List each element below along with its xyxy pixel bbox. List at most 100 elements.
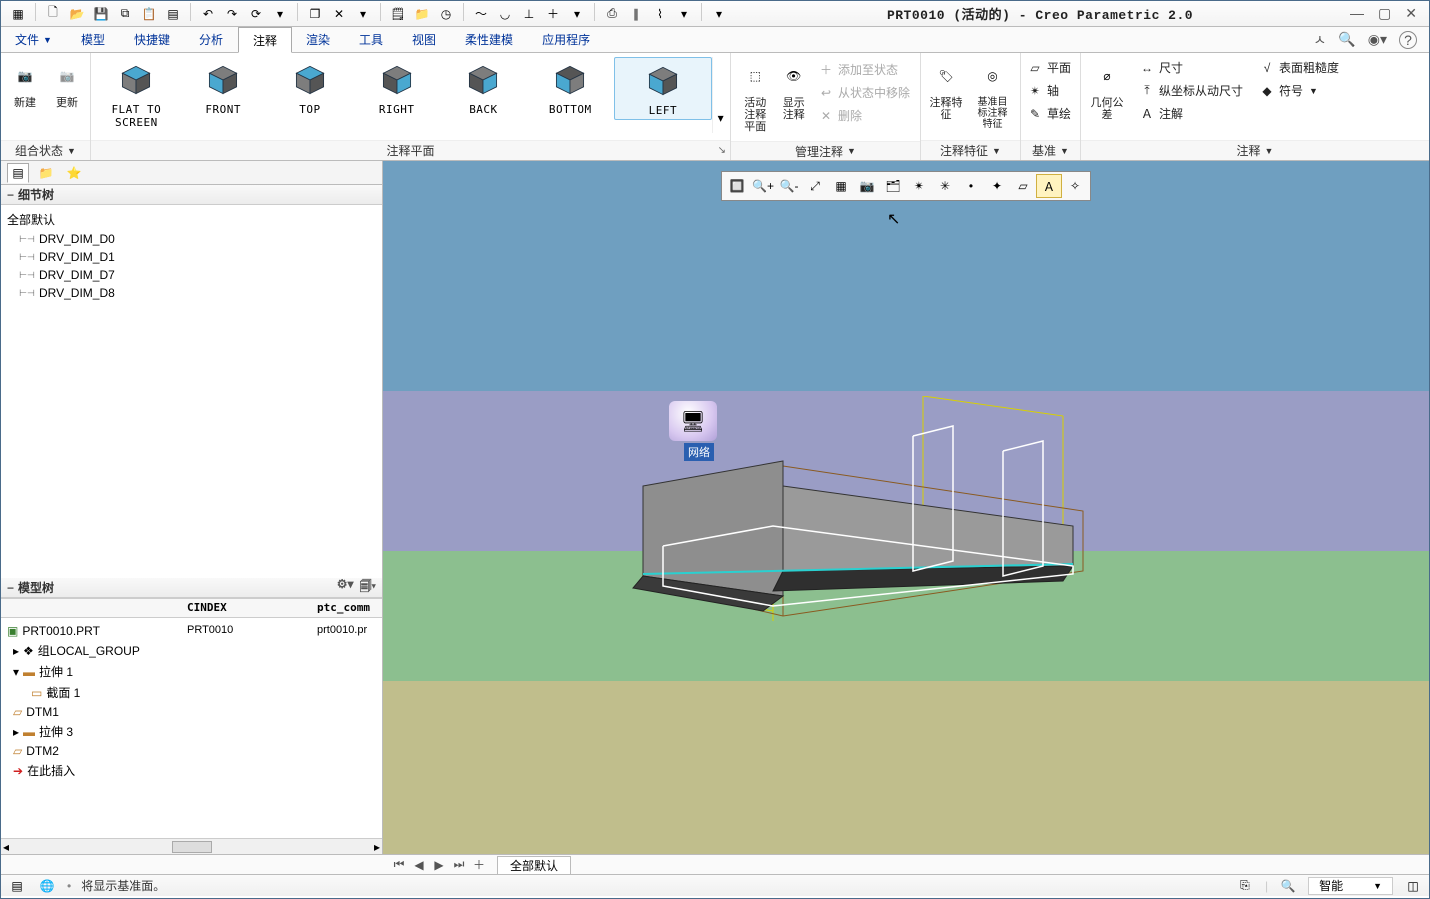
nav-add-icon[interactable]: ＋ xyxy=(471,856,487,873)
ordinate-dim-button[interactable]: ⤒纵坐标从动尺寸 xyxy=(1135,80,1247,101)
tab-annotate[interactable]: 注释 xyxy=(238,27,292,53)
sidebar-tab-fav[interactable]: ⭐ xyxy=(63,163,85,183)
qat-close-icon[interactable]: ✕ xyxy=(328,3,350,25)
qat-note-icon[interactable]: 🗒 xyxy=(387,3,409,25)
qat-btn-a[interactable]: ▤ xyxy=(162,3,184,25)
qat-dd5[interactable]: ▾ xyxy=(708,3,730,25)
dialog-launcher-icon[interactable]: ↘ xyxy=(718,145,726,156)
model-tree-item[interactable]: ➔在此插入 xyxy=(1,760,382,781)
tab-analysis[interactable]: 分析 xyxy=(185,27,238,52)
qat-undo-icon[interactable]: ↶ xyxy=(197,3,219,25)
model-tree-item[interactable]: ▾▬拉伸 1 xyxy=(1,661,382,682)
tab-apps[interactable]: 应用程序 xyxy=(528,27,605,52)
active-annot-plane-button[interactable]: ⬚ 活动注释平面 xyxy=(737,57,773,137)
datum-axis-button[interactable]: ✴轴 xyxy=(1023,80,1063,101)
detail-all-default[interactable]: 全部默认 xyxy=(1,209,382,230)
view-right-button[interactable]: RIGHT xyxy=(353,57,440,118)
view-gallery-dropdown[interactable]: ▾ xyxy=(712,57,728,133)
sb-browser-icon[interactable]: 🌐 xyxy=(37,877,57,895)
surface-roughness-button[interactable]: √表面粗糙度 xyxy=(1255,57,1343,78)
tab-view[interactable]: 视图 xyxy=(398,27,451,52)
spin-center-icon[interactable]: ✧ xyxy=(1062,174,1088,198)
qat-slash-icon[interactable]: ∥ xyxy=(625,3,647,25)
desktop-network-icon[interactable]: 🖥 网络 xyxy=(669,401,729,461)
qat-wave-icon[interactable]: 〜 xyxy=(470,3,492,25)
detail-item[interactable]: ⊢⊣DRV_DIM_D0 xyxy=(1,230,382,248)
search-icon[interactable]: 🔍 xyxy=(1338,31,1355,48)
zoom-in-icon[interactable]: 🔍+ xyxy=(750,174,776,198)
zoom-fit-icon[interactable]: 🔲 xyxy=(724,174,750,198)
tree-settings-icon[interactable]: ⚙▾ xyxy=(337,577,354,598)
sb-sel-icon[interactable]: ⎘ xyxy=(1235,877,1255,895)
qat-dd3[interactable]: ▾ xyxy=(566,3,588,25)
qat-dd[interactable]: ▾ xyxy=(269,3,291,25)
view-left-button[interactable]: LEFT xyxy=(614,57,713,120)
model-tree-item[interactable]: ▱DTM1 xyxy=(1,703,382,721)
qat-arc-icon[interactable]: ◡ xyxy=(494,3,516,25)
refit-icon[interactable]: ⤢ xyxy=(802,174,828,198)
qat-win-icon[interactable]: ❐ xyxy=(304,3,326,25)
detail-tree-header[interactable]: 细节树 xyxy=(1,185,382,205)
plane-display-icon[interactable]: ▱ xyxy=(1010,174,1036,198)
help-icon[interactable]: ? xyxy=(1399,31,1417,49)
qat-line-icon[interactable]: ⌇ xyxy=(649,3,671,25)
model-tree-item[interactable]: ▭截面 1 xyxy=(1,682,382,703)
sidebar-tab-folder[interactable]: 📁 xyxy=(35,163,57,183)
tab-model[interactable]: 模型 xyxy=(67,27,120,52)
annot-display-icon[interactable]: Ａ xyxy=(1036,174,1062,198)
maximize-button[interactable]: ▢ xyxy=(1378,5,1391,22)
settings-icon[interactable]: ◉▾ xyxy=(1368,31,1387,48)
sb-find-icon[interactable]: 🔍 xyxy=(1278,877,1298,895)
collapse-ribbon-icon[interactable]: ㅅ xyxy=(1313,30,1326,50)
view-back-button[interactable]: BACK xyxy=(440,57,527,118)
show-annot-button[interactable]: 👁 显示注释 xyxy=(775,57,811,125)
qat-save-icon[interactable]: 💾 xyxy=(90,3,112,25)
tree-show-icon[interactable]: 🗐▾ xyxy=(360,577,376,598)
datum-plane-button[interactable]: ▱平面 xyxy=(1023,57,1075,78)
qat-clock-icon[interactable]: ◷ xyxy=(435,3,457,25)
qat-paste-icon[interactable]: 📋 xyxy=(138,3,160,25)
view-manager-icon[interactable]: 🗂 xyxy=(880,174,906,198)
nav-last-icon[interactable]: ⏭ xyxy=(451,857,467,872)
model-tree-item[interactable]: ▸▬拉伸 3 xyxy=(1,721,382,742)
selection-filter-dropdown[interactable]: 智能▼ xyxy=(1308,877,1393,895)
sb-geom-icon[interactable]: ◫ xyxy=(1403,877,1423,895)
geom-tol-button[interactable]: ⌀ 几何公差 xyxy=(1087,57,1127,125)
tab-render[interactable]: 渲染 xyxy=(292,27,345,52)
nav-next-icon[interactable]: ▶ xyxy=(431,858,447,872)
sidebar-tab-tree[interactable]: ▤ xyxy=(7,163,29,183)
qat-copy-icon[interactable]: ⧉ xyxy=(114,3,136,25)
close-button[interactable]: ✕ xyxy=(1405,5,1417,22)
qat-new-icon[interactable]: 🗋 xyxy=(42,3,64,25)
annot-feature-button[interactable]: 🏷 注释特征 xyxy=(927,57,965,125)
nav-prev-icon[interactable]: ◀ xyxy=(411,858,427,872)
tab-shortcut[interactable]: 快捷键 xyxy=(120,27,185,52)
qat-tool1-icon[interactable]: ⎙ xyxy=(601,3,623,25)
nav-first-icon[interactable]: ⏮ xyxy=(391,857,407,872)
detail-item[interactable]: ⊢⊣DRV_DIM_D8 xyxy=(1,284,382,302)
detail-item[interactable]: ⊢⊣DRV_DIM_D1 xyxy=(1,248,382,266)
symbol-button[interactable]: ◆符号▼ xyxy=(1255,80,1343,101)
style-icon[interactable]: ▦ xyxy=(828,174,854,198)
qat-dd2[interactable]: ▾ xyxy=(352,3,374,25)
datum-target-button[interactable]: ◎ 基准目标注释特征 xyxy=(971,57,1014,134)
model-tree-root[interactable]: ▣PRT0010.PRT PRT0010 prt0010.pr xyxy=(1,622,382,640)
qat-btn-1[interactable]: ▦ xyxy=(7,3,29,25)
note-button[interactable]: Ａ注解 xyxy=(1135,103,1247,124)
saved-view-icon[interactable]: 📷 xyxy=(854,174,880,198)
zoom-out-icon[interactable]: 🔍- xyxy=(776,174,802,198)
minimize-button[interactable]: — xyxy=(1350,5,1364,22)
point-display-icon[interactable]: • xyxy=(958,174,984,198)
update-combine-button[interactable]: 📷 更新 xyxy=(49,57,85,113)
new-combine-button[interactable]: 📷 新建 xyxy=(7,57,43,113)
model-tree-header[interactable]: 模型树 ⚙▾🗐▾ xyxy=(1,578,382,598)
model-tree-item[interactable]: ▱DTM2 xyxy=(1,742,382,760)
dimension-button[interactable]: ↔尺寸 xyxy=(1135,57,1247,78)
datum-sketch-button[interactable]: ✎草绘 xyxy=(1023,103,1075,124)
tab-flexible[interactable]: 柔性建模 xyxy=(451,27,528,52)
file-menu[interactable]: 文件▼ xyxy=(1,27,67,52)
axis-display-icon[interactable]: ✳ xyxy=(932,174,958,198)
detail-item[interactable]: ⊢⊣DRV_DIM_D7 xyxy=(1,266,382,284)
view-front-button[interactable]: FRONT xyxy=(180,57,267,118)
tab-tools[interactable]: 工具 xyxy=(345,27,398,52)
